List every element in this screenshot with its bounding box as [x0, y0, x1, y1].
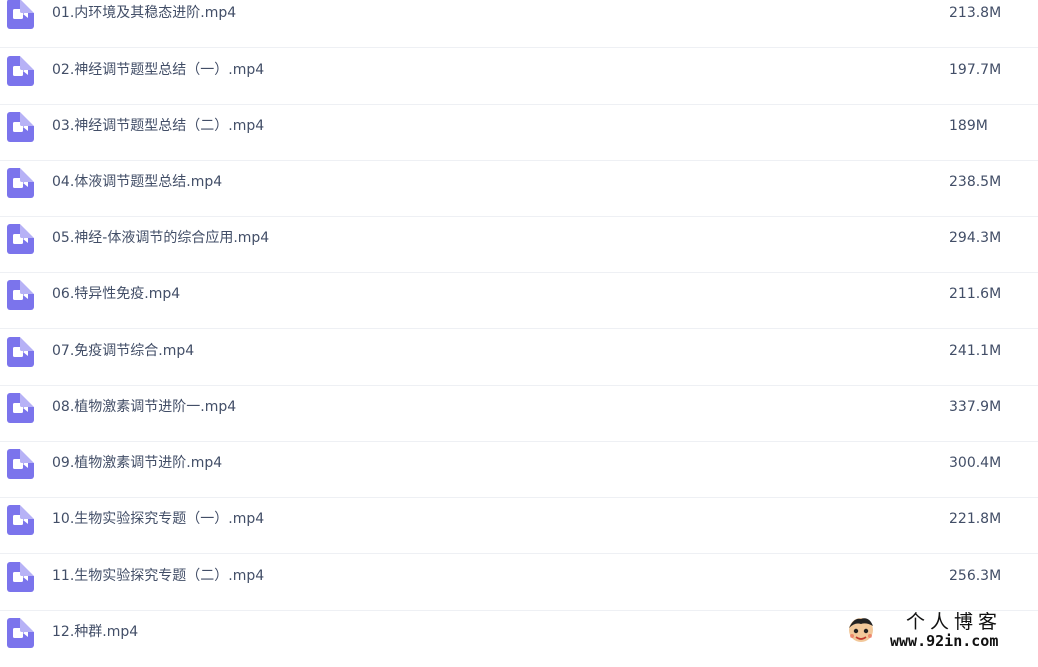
- video-file-icon: [7, 393, 34, 423]
- file-name: 06.特异性免疫.mp4: [52, 286, 181, 302]
- file-row[interactable]: 05.神经-体液调节的综合应用.mp4 294.3M: [0, 217, 1038, 273]
- file-name: 04.体液调节题型总结.mp4: [52, 174, 223, 190]
- file-name: 10.生物实验探究专题（一）.mp4: [52, 511, 265, 527]
- file-row[interactable]: 11.生物实验探究专题（二）.mp4 256.3M: [0, 555, 1038, 611]
- video-file-icon: [7, 280, 34, 310]
- file-row[interactable]: 08.植物激素调节进阶一.mp4 337.9M: [0, 386, 1038, 442]
- file-list: 01.内环境及其稳态进阶.mp4 213.8M 02.神经调节题型总结（一）.m…: [0, 0, 1038, 654]
- file-size: 294.3M: [949, 230, 1002, 246]
- watermark-title: 个人博客: [906, 611, 1003, 633]
- file-row[interactable]: 01.内环境及其稳态进阶.mp4 213.8M: [0, 0, 1038, 48]
- file-name: 07.免疫调节综合.mp4: [52, 343, 195, 359]
- video-file-icon: [7, 618, 34, 648]
- file-name: 08.植物激素调节进阶一.mp4: [52, 399, 237, 415]
- mascot-logo-icon: [846, 616, 876, 646]
- video-file-icon: [7, 337, 34, 367]
- file-row[interactable]: 02.神经调节题型总结（一）.mp4 197.7M: [0, 49, 1038, 105]
- video-file-icon: [7, 56, 34, 86]
- file-name: 01.内环境及其稳态进阶.mp4: [52, 5, 237, 21]
- file-size: 213.8M: [949, 5, 1002, 21]
- file-size: 221.8M: [949, 511, 1002, 527]
- file-size: 337.9M: [949, 399, 1002, 415]
- file-size: 238.5M: [949, 174, 1002, 190]
- video-file-icon: [7, 224, 34, 254]
- video-file-icon: [7, 505, 34, 535]
- file-row[interactable]: 07.免疫调节综合.mp4 241.1M: [0, 330, 1038, 386]
- file-row[interactable]: 10.生物实验探究专题（一）.mp4 221.8M: [0, 498, 1038, 554]
- file-row[interactable]: 06.特异性免疫.mp4 211.6M: [0, 273, 1038, 329]
- file-name: 11.生物实验探究专题（二）.mp4: [52, 568, 265, 584]
- site-watermark: 个人博客 www.92in.com: [846, 612, 1026, 650]
- file-row[interactable]: 09.植物激素调节进阶.mp4 300.4M: [0, 442, 1038, 498]
- file-size: 211.6M: [949, 286, 1002, 302]
- file-name: 05.神经-体液调节的综合应用.mp4: [52, 230, 270, 246]
- video-file-icon: [7, 562, 34, 592]
- watermark-url: www.92in.com: [890, 632, 999, 650]
- file-name: 12.种群.mp4: [52, 624, 139, 640]
- file-name: 03.神经调节题型总结（二）.mp4: [52, 118, 265, 134]
- file-size: 241.1M: [949, 343, 1002, 359]
- video-file-icon: [7, 0, 34, 29]
- file-size: 197.7M: [949, 62, 1002, 78]
- file-name: 02.神经调节题型总结（一）.mp4: [52, 62, 265, 78]
- file-name: 09.植物激素调节进阶.mp4: [52, 455, 223, 471]
- file-size: 256.3M: [949, 568, 1002, 584]
- file-size: 189M: [949, 118, 988, 134]
- video-file-icon: [7, 112, 34, 142]
- file-row[interactable]: 03.神经调节题型总结（二）.mp4 189M: [0, 105, 1038, 161]
- video-file-icon: [7, 449, 34, 479]
- file-row[interactable]: 04.体液调节题型总结.mp4 238.5M: [0, 161, 1038, 217]
- file-size: 300.4M: [949, 455, 1002, 471]
- video-file-icon: [7, 168, 34, 198]
